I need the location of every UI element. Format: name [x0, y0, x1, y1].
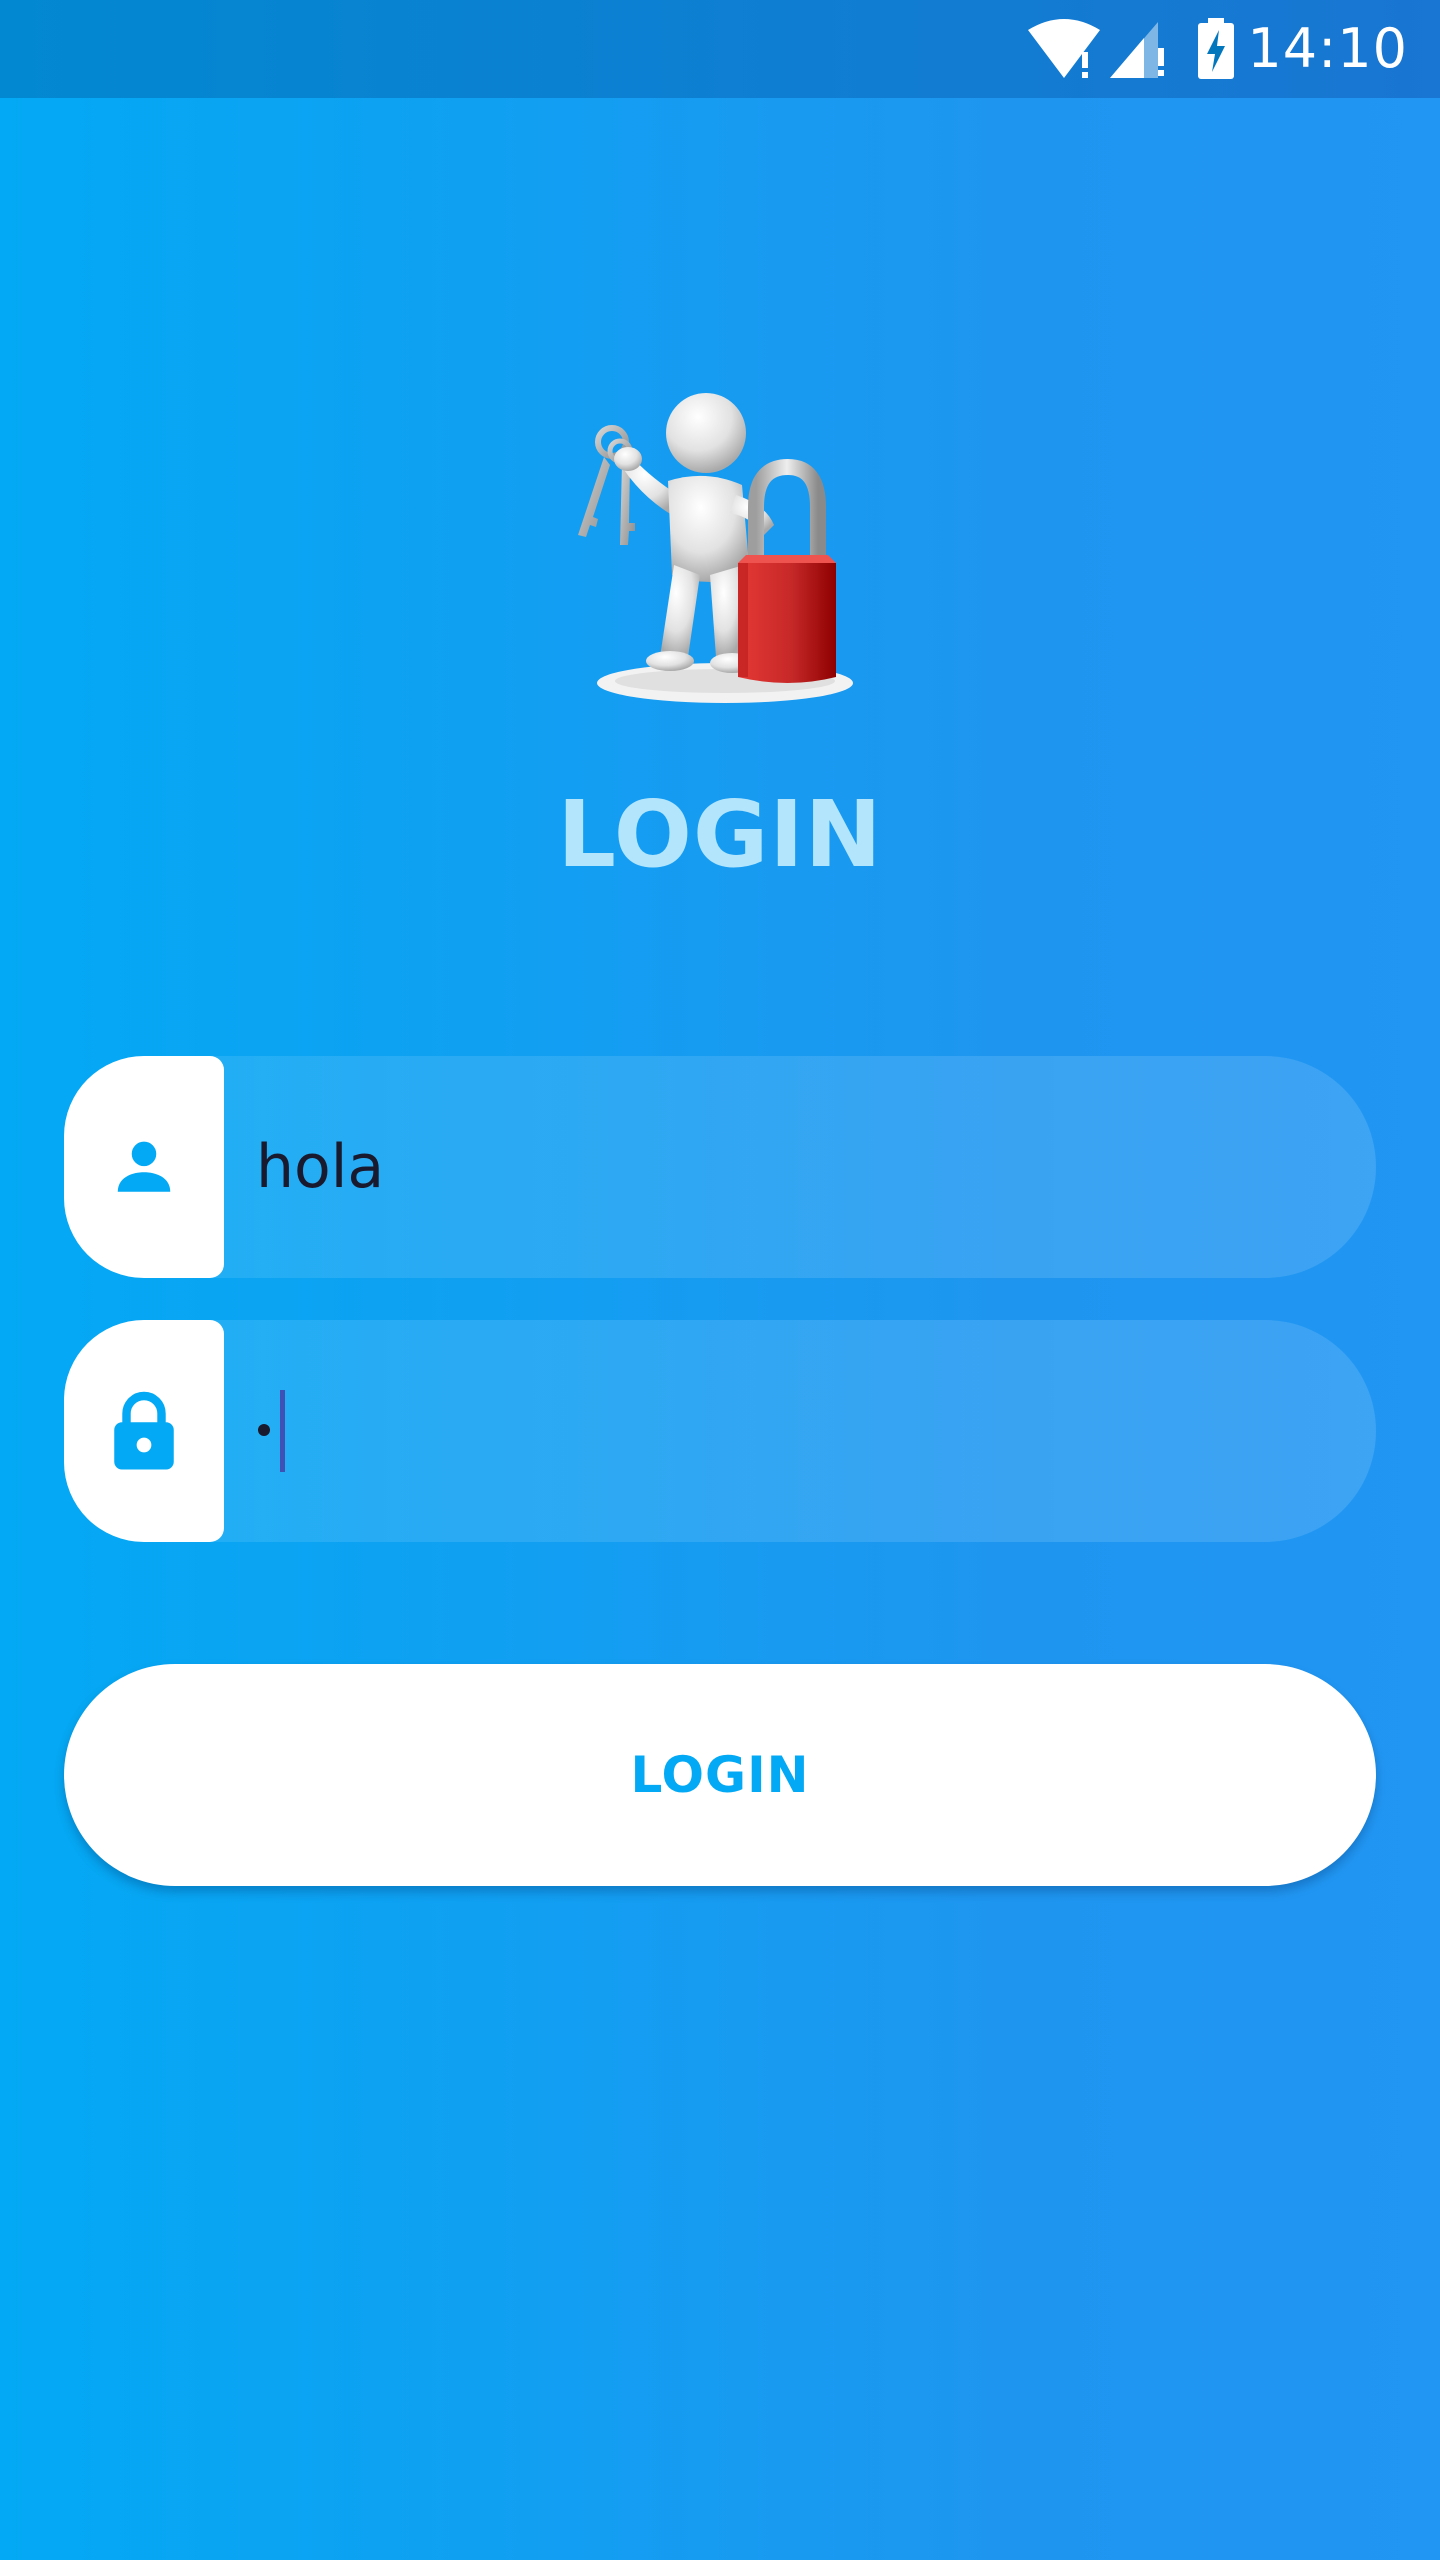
login-button[interactable]: LOGIN: [64, 1664, 1376, 1886]
status-time: 14:10: [1247, 17, 1408, 80]
page-title: LOGIN: [557, 781, 883, 888]
password-icon-box: [64, 1320, 224, 1542]
status-bar: 14:10: [0, 0, 1440, 98]
password-field[interactable]: [64, 1320, 1376, 1542]
wifi-icon: [1028, 19, 1100, 78]
signal-icon: [1110, 22, 1164, 78]
password-input-background[interactable]: [144, 1320, 1376, 1542]
username-icon-box: [64, 1056, 224, 1278]
lock-icon: [114, 1391, 174, 1470]
text-cursor: [280, 1390, 285, 1472]
password-mask-dot: [258, 1424, 270, 1436]
person-icon: [117, 1141, 171, 1192]
login-illustration: [578, 393, 853, 703]
battery-charging-icon: [1198, 18, 1234, 79]
username-field[interactable]: hola: [64, 1056, 1376, 1278]
login-button-label: LOGIN: [630, 1746, 810, 1804]
username-input[interactable]: hola: [256, 1056, 384, 1278]
